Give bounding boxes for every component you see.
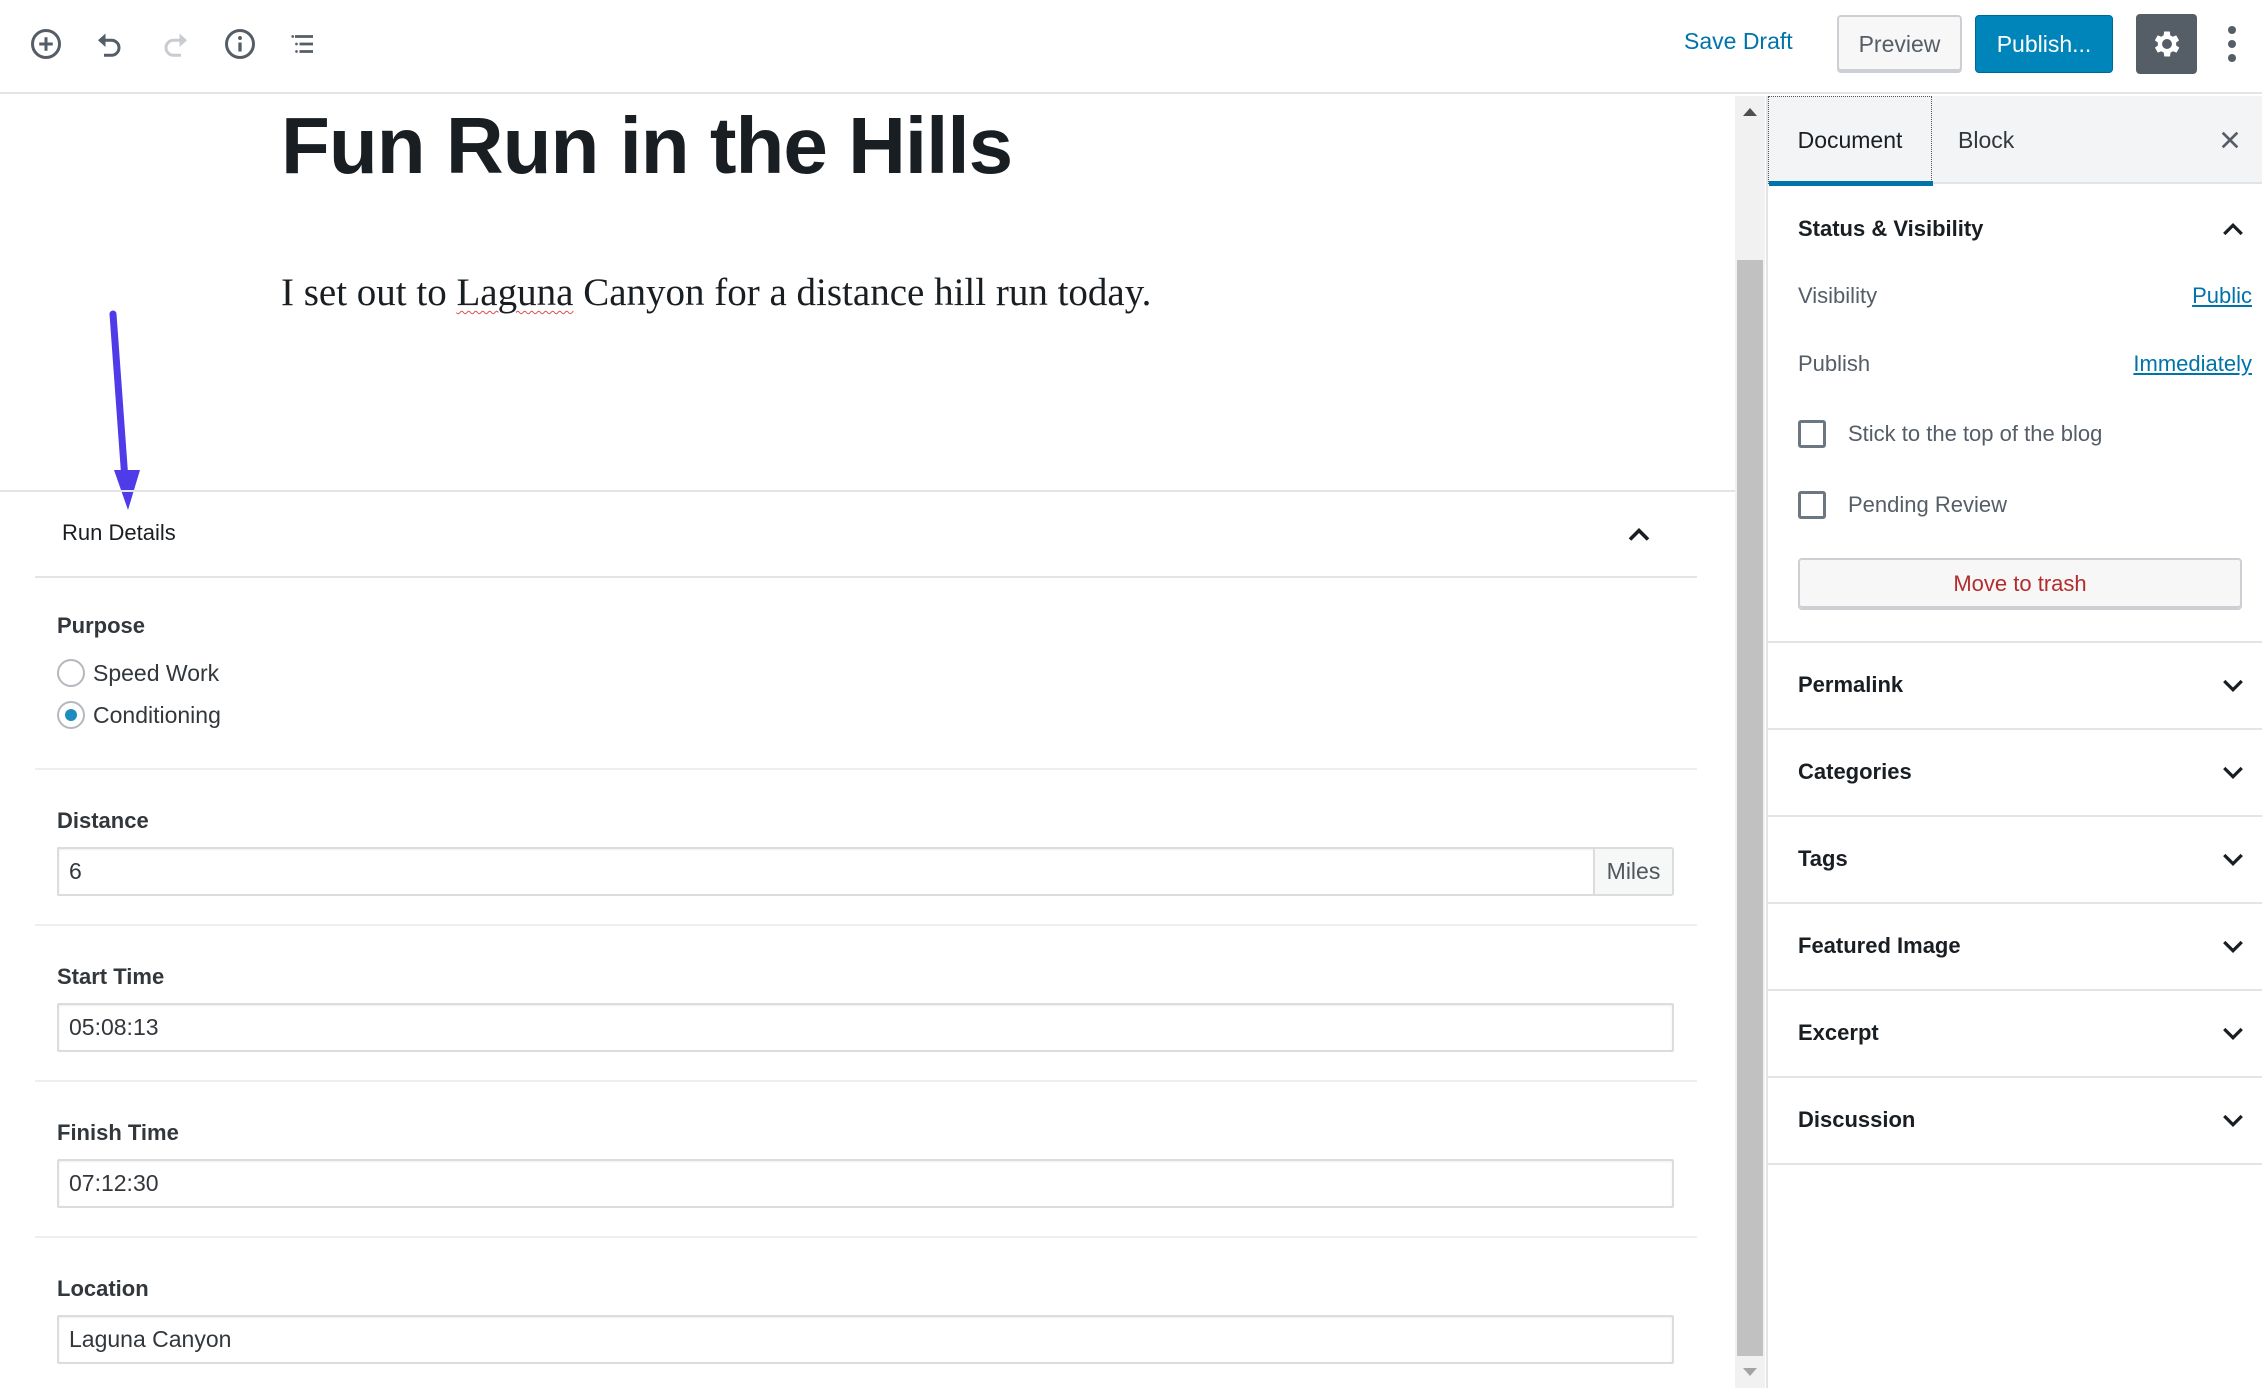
- chevron-down-icon[interactable]: [2218, 758, 2248, 788]
- divider: [35, 1080, 1697, 1082]
- distance-input[interactable]: [57, 847, 1594, 896]
- scroll-down-arrow-icon[interactable]: [1735, 1358, 1765, 1388]
- add-block-icon[interactable]: [24, 22, 68, 66]
- panel-title: Discussion: [1798, 1107, 1916, 1132]
- panel-title: Permalink: [1798, 672, 1904, 697]
- metabox-title: Run Details: [62, 520, 176, 545]
- radio-label: Conditioning: [93, 701, 221, 728]
- publish-button[interactable]: Publish...: [1975, 15, 2113, 73]
- divider: [35, 924, 1697, 926]
- sticky-checkbox-row[interactable]: Stick to the top of the blog: [1798, 420, 2102, 448]
- chevron-up-icon[interactable]: [2218, 214, 2248, 244]
- publish-date-link[interactable]: Immediately: [2133, 351, 2252, 377]
- chevron-down-icon[interactable]: [2218, 1106, 2248, 1136]
- pending-review-checkbox-row[interactable]: Pending Review: [1798, 491, 2007, 519]
- scroll-up-arrow-icon[interactable]: [1735, 96, 1765, 126]
- annotation-arrow-icon: [109, 310, 140, 510]
- scroll-thumb[interactable]: [1737, 260, 1763, 1356]
- settings-sidebar: Document Block Status & Visibility Visib…: [1766, 96, 2262, 1388]
- tab-block[interactable]: Block: [1958, 96, 2014, 184]
- distance-unit-suffix: Miles: [1593, 847, 1674, 896]
- finish-time-input[interactable]: [57, 1159, 1674, 1208]
- editor-scrollbar[interactable]: [1735, 96, 1765, 1388]
- editor-header: Save Draft Preview Publish...: [0, 0, 2262, 94]
- radio-label: Speed Work: [93, 659, 220, 686]
- chevron-down-icon[interactable]: [2218, 932, 2248, 962]
- metabox-header[interactable]: Run Details: [35, 492, 1697, 578]
- purpose-label: Purpose: [57, 613, 146, 638]
- pending-review-label: Pending Review: [1848, 492, 2007, 517]
- paragraph-block[interactable]: I set out to Laguna Canyon for a distanc…: [281, 268, 1151, 318]
- info-icon[interactable]: [218, 22, 262, 66]
- panel-title: Featured Image: [1798, 933, 1961, 958]
- panel-title: Tags: [1798, 846, 1848, 871]
- kebab-menu-icon[interactable]: [2218, 22, 2246, 66]
- radio-button-checked[interactable]: [57, 701, 85, 729]
- block-navigation-icon[interactable]: [282, 22, 326, 66]
- radio-button[interactable]: [57, 659, 85, 687]
- post-title[interactable]: Fun Run in the Hills: [281, 96, 1013, 196]
- pending-review-checkbox[interactable]: [1798, 491, 1826, 519]
- tab-document[interactable]: Document: [1768, 96, 1933, 186]
- start-time-input[interactable]: [57, 1003, 1674, 1052]
- move-to-trash-button[interactable]: Move to trash: [1798, 558, 2242, 610]
- divider: [35, 768, 1697, 770]
- divider: [35, 1236, 1697, 1238]
- misspelled-word[interactable]: Laguna: [456, 271, 573, 314]
- start-time-label: Start Time: [57, 964, 165, 989]
- save-draft-button[interactable]: Save Draft: [1684, 28, 1793, 55]
- status-visibility-title[interactable]: Status & Visibility: [1798, 216, 1983, 242]
- sticky-label: Stick to the top of the blog: [1848, 421, 2103, 446]
- panel-categories[interactable]: Categories: [1768, 730, 2262, 817]
- radio-conditioning[interactable]: Conditioning: [57, 701, 221, 729]
- paragraph-text-after: Canyon for a distance hill run today.: [573, 271, 1152, 314]
- panel-excerpt[interactable]: Excerpt: [1768, 991, 2262, 1078]
- paragraph-text-before: I set out to: [281, 271, 457, 314]
- location-label: Location: [57, 1276, 149, 1301]
- location-input[interactable]: [57, 1315, 1674, 1364]
- panel-title: Categories: [1798, 759, 1912, 784]
- undo-icon[interactable]: [88, 22, 132, 66]
- sticky-checkbox[interactable]: [1798, 420, 1826, 448]
- close-icon[interactable]: [2212, 122, 2248, 158]
- chevron-up-icon[interactable]: [1621, 517, 1657, 553]
- distance-label: Distance: [57, 808, 149, 833]
- publish-label: Publish: [1798, 351, 1871, 376]
- gear-icon: [2154, 31, 2179, 57]
- panel-discussion[interactable]: Discussion: [1768, 1078, 2262, 1165]
- run-details-metabox: Run Details Purpose Speed Work Condition…: [0, 490, 1735, 1364]
- settings-button[interactable]: [2136, 14, 2197, 74]
- finish-time-label: Finish Time: [57, 1120, 179, 1145]
- chevron-down-icon[interactable]: [2218, 845, 2248, 875]
- radio-speed-work[interactable]: Speed Work: [57, 659, 219, 687]
- panel-permalink[interactable]: Permalink: [1768, 643, 2262, 730]
- panel-title: Excerpt: [1798, 1020, 1879, 1045]
- panel-tags[interactable]: Tags: [1768, 817, 2262, 904]
- redo-icon[interactable]: [153, 22, 197, 66]
- preview-button[interactable]: Preview: [1837, 15, 1962, 73]
- sidebar-tabs: Document Block: [1768, 96, 2262, 186]
- chevron-down-icon[interactable]: [2218, 671, 2248, 701]
- visibility-label: Visibility: [1798, 283, 1878, 308]
- editor-canvas: Fun Run in the Hills I set out to Laguna…: [0, 96, 1735, 1388]
- visibility-link[interactable]: Public: [2192, 283, 2252, 309]
- panel-featured-image[interactable]: Featured Image: [1768, 904, 2262, 991]
- chevron-down-icon[interactable]: [2218, 1019, 2248, 1049]
